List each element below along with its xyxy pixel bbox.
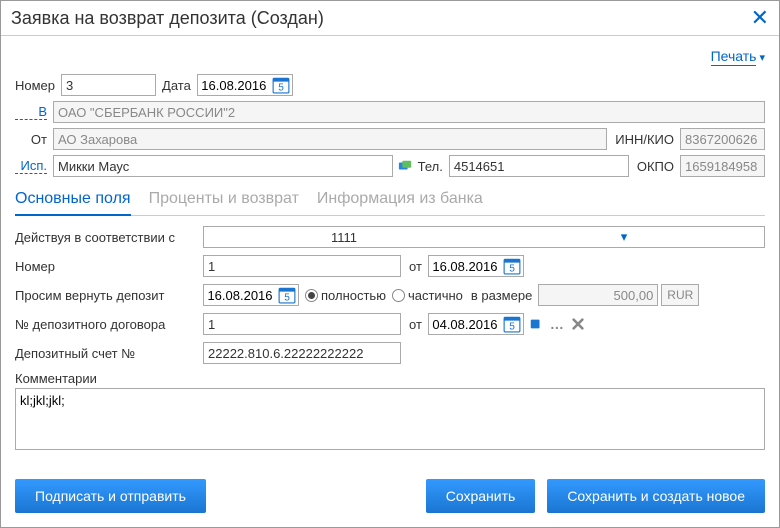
label-comments: Комментарии bbox=[15, 371, 97, 386]
tab-interest-return[interactable]: Проценты и возврат bbox=[149, 185, 299, 215]
input-contract-date[interactable]: 5 bbox=[428, 313, 524, 335]
label-account: Депозитный счет № bbox=[15, 346, 203, 361]
svg-text:5: 5 bbox=[509, 322, 515, 333]
label-request: Просим вернуть депозит bbox=[15, 288, 203, 303]
print-link[interactable]: Печать bbox=[711, 48, 757, 66]
clear-icon[interactable] bbox=[569, 315, 587, 333]
input-date[interactable]: 5 bbox=[197, 74, 293, 96]
dialog-title: Заявка на возврат депозита (Создан) bbox=[11, 8, 324, 29]
row-acting: Действуя в соответствии с 1111 ▾ bbox=[15, 226, 765, 248]
input-okpo bbox=[680, 155, 765, 177]
titlebar: Заявка на возврат депозита (Создан) ✕ bbox=[1, 1, 779, 36]
tabs: Основные поля Проценты и возврат Информа… bbox=[15, 185, 765, 216]
input-from bbox=[53, 128, 607, 150]
combo-acting[interactable]: 1111 ▾ bbox=[203, 226, 765, 248]
label-okpo: ОКПО bbox=[637, 159, 674, 174]
calendar-icon[interactable]: 5 bbox=[272, 76, 290, 94]
label-body-number: Номер bbox=[15, 259, 203, 274]
row-comments-lbl: Комментарии bbox=[15, 371, 765, 386]
label-inn: ИНН/КИО bbox=[615, 132, 674, 147]
radio-partial-label: частично bbox=[408, 288, 463, 303]
label-date: Дата bbox=[162, 78, 191, 93]
input-request-date[interactable]: 5 bbox=[203, 284, 299, 306]
row-account: Депозитный счет № bbox=[15, 342, 765, 364]
row-body-number: Номер от 5 bbox=[15, 255, 765, 277]
input-body-number-date[interactable]: 5 bbox=[428, 255, 524, 277]
input-contract-date-text[interactable] bbox=[429, 314, 501, 334]
label-tel: Тел. bbox=[418, 159, 443, 174]
calendar-icon[interactable]: 5 bbox=[503, 315, 521, 333]
input-inn bbox=[680, 128, 765, 150]
tab-bank-info[interactable]: Информация из банка bbox=[317, 185, 483, 215]
label-ot2: от bbox=[409, 317, 422, 332]
cards-icon[interactable] bbox=[396, 157, 414, 175]
row-number-date: Номер Дата 5 bbox=[15, 74, 765, 96]
input-tel[interactable] bbox=[449, 155, 629, 177]
row-to: В bbox=[15, 101, 765, 123]
input-to bbox=[53, 101, 765, 123]
svg-text:5: 5 bbox=[278, 83, 284, 94]
label-acting: Действуя в соответствии с bbox=[15, 230, 203, 245]
input-number[interactable] bbox=[61, 74, 156, 96]
input-contract[interactable] bbox=[203, 313, 401, 335]
textarea-comments[interactable] bbox=[15, 388, 765, 450]
tab-main-fields[interactable]: Основные поля bbox=[15, 185, 131, 215]
row-request: Просим вернуть депозит 5 полностью части… bbox=[15, 284, 765, 306]
chevron-down-icon[interactable]: ▾ bbox=[484, 229, 764, 245]
calendar-icon[interactable]: 5 bbox=[503, 257, 521, 275]
content: Печать▾ Номер Дата 5 В От bbox=[1, 36, 779, 467]
input-request-date-text[interactable] bbox=[204, 285, 276, 305]
label-size: в размере bbox=[471, 288, 532, 303]
radio-full-label: полностью bbox=[321, 288, 386, 303]
dialog: Заявка на возврат депозита (Создан) ✕ Пе… bbox=[0, 0, 780, 528]
label-number: Номер bbox=[15, 78, 55, 93]
row-contract: № депозитного договора от 5 … bbox=[15, 313, 765, 335]
svg-text:5: 5 bbox=[509, 264, 515, 275]
label-isp-link[interactable]: Исп. bbox=[15, 158, 47, 174]
input-isp[interactable] bbox=[53, 155, 393, 177]
footer: Подписать и отправить Сохранить Сохранит… bbox=[1, 467, 779, 527]
input-body-number[interactable] bbox=[203, 255, 401, 277]
input-body-number-date-text[interactable] bbox=[429, 256, 501, 276]
input-date-text[interactable] bbox=[198, 75, 270, 95]
svg-text:5: 5 bbox=[284, 293, 290, 304]
currency-label: RUR bbox=[661, 284, 699, 306]
row-isp: Исп. Тел. ОКПО bbox=[15, 155, 765, 177]
radio-full-dot[interactable] bbox=[305, 289, 318, 302]
row-from: От ИНН/КИО bbox=[15, 128, 765, 150]
chevron-down-icon[interactable]: ▾ bbox=[759, 52, 765, 64]
print-row: Печать▾ bbox=[15, 44, 765, 74]
label-ot1: от bbox=[409, 259, 422, 274]
label-to-link[interactable]: В bbox=[15, 104, 47, 120]
combo-acting-value: 1111 bbox=[204, 230, 484, 245]
ellipsis-icon[interactable]: … bbox=[548, 315, 566, 333]
radio-partial-dot[interactable] bbox=[392, 289, 405, 302]
form-main: Действуя в соответствии с 1111 ▾ Номер о… bbox=[15, 226, 765, 455]
radio-full[interactable]: полностью bbox=[305, 288, 386, 303]
input-account[interactable] bbox=[203, 342, 401, 364]
label-contract: № депозитного договора bbox=[15, 317, 203, 332]
calendar-icon[interactable]: 5 bbox=[278, 286, 296, 304]
input-size bbox=[538, 284, 658, 306]
label-from: От bbox=[15, 132, 47, 147]
radio-partial[interactable]: частично bbox=[392, 288, 463, 303]
close-icon[interactable]: ✕ bbox=[751, 7, 769, 29]
lookup-icon[interactable] bbox=[527, 315, 545, 333]
